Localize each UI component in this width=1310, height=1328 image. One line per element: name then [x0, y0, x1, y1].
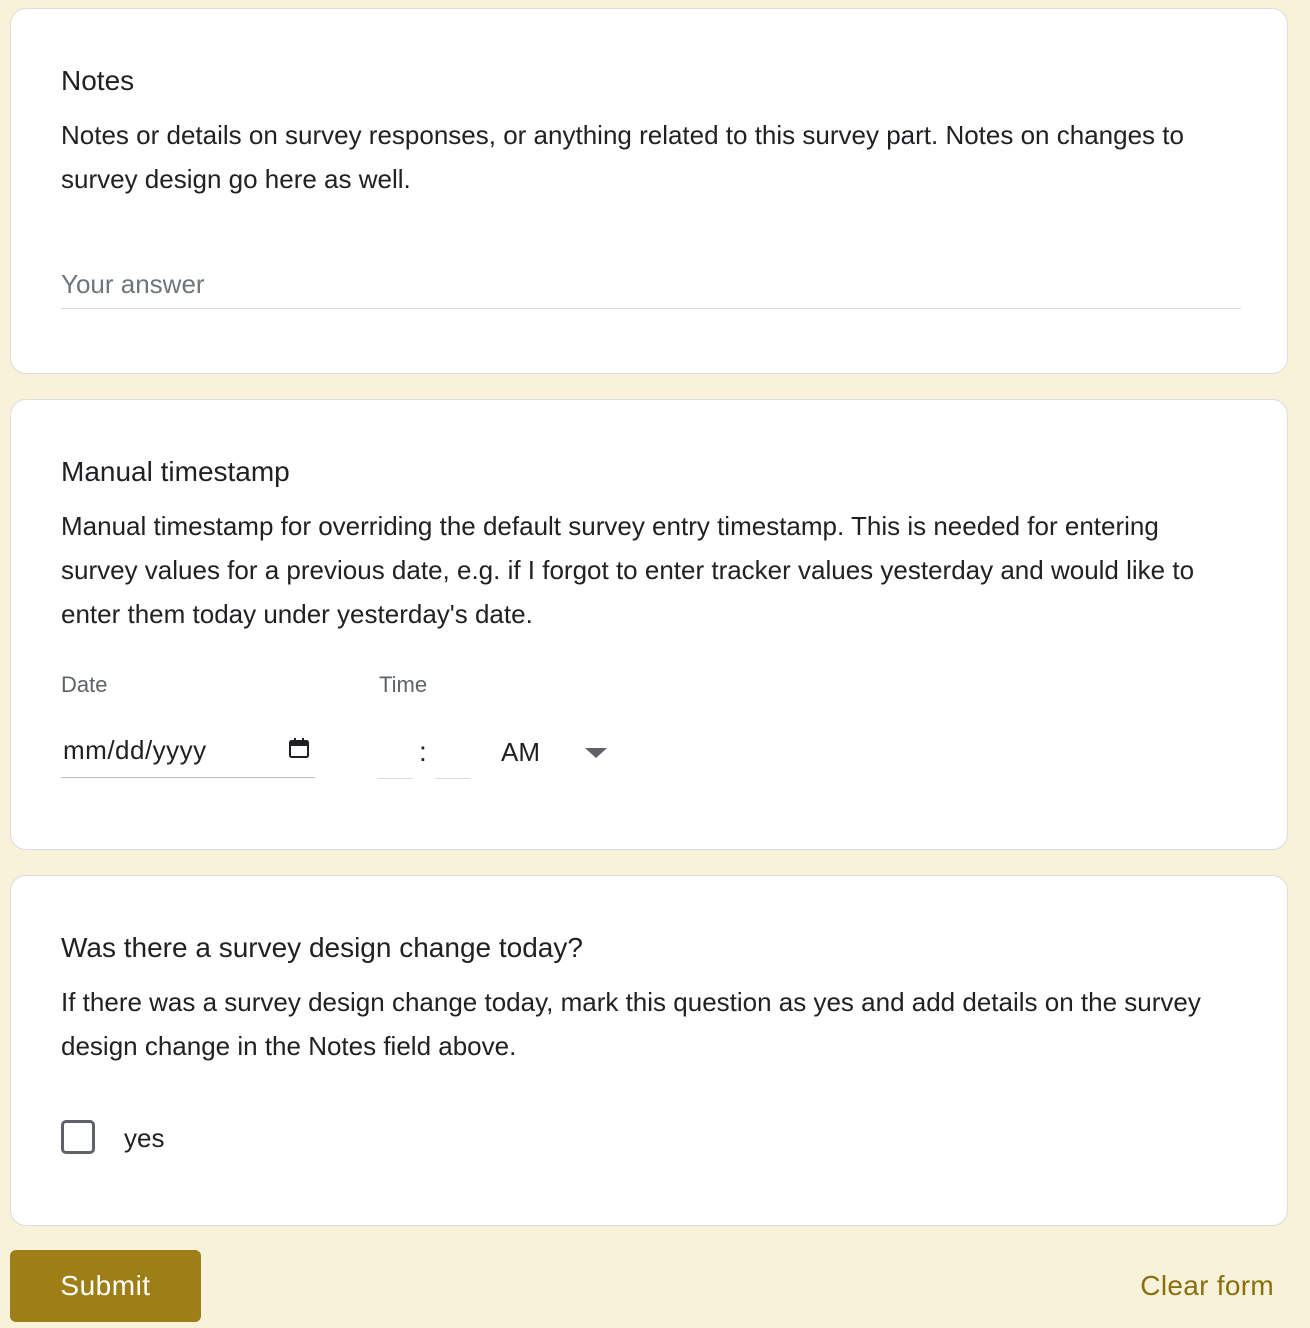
caret-down-icon [585, 748, 607, 758]
date-label: Date [61, 672, 108, 697]
time-label: Time [379, 672, 428, 697]
ampm-selected-value: AM [501, 737, 540, 767]
notes-question-description: Notes or details on survey responses, or… [61, 120, 1184, 194]
time-hour-input[interactable] [377, 735, 413, 779]
timestamp-question-description: Manual timestamp for overriding the defa… [61, 511, 1195, 629]
time-separator: : [419, 736, 427, 767]
yes-option[interactable]: yes [61, 1118, 261, 1160]
design-change-question-description: If there was a survey design change toda… [61, 987, 1201, 1061]
yes-checkbox[interactable] [61, 1120, 95, 1154]
notes-answer-input[interactable] [61, 261, 1241, 308]
yes-option-label: yes [124, 1123, 165, 1153]
date-input-placeholder: mm/dd/yyyy [63, 735, 207, 765]
timestamp-question-title: Manual timestamp [61, 456, 290, 487]
notes-question-card: Notes Notes or details on survey respons… [10, 8, 1288, 374]
clear-form-button[interactable]: Clear form [1140, 1266, 1274, 1306]
design-change-question-title: Was there a survey design change today? [61, 932, 583, 963]
time-minute-input[interactable] [435, 735, 471, 779]
timestamp-question-card: Manual timestamp Manual timestamp for ov… [10, 399, 1288, 850]
date-input[interactable]: mm/dd/yyyy [61, 728, 315, 778]
ampm-dropdown[interactable]: AM [501, 734, 611, 774]
notes-question-title: Notes [61, 65, 135, 96]
notes-answer-field [61, 261, 1241, 309]
design-change-question-card: Was there a survey design change today? … [10, 875, 1288, 1226]
calendar-icon[interactable] [287, 736, 311, 760]
submit-button[interactable]: Submit [10, 1250, 201, 1322]
